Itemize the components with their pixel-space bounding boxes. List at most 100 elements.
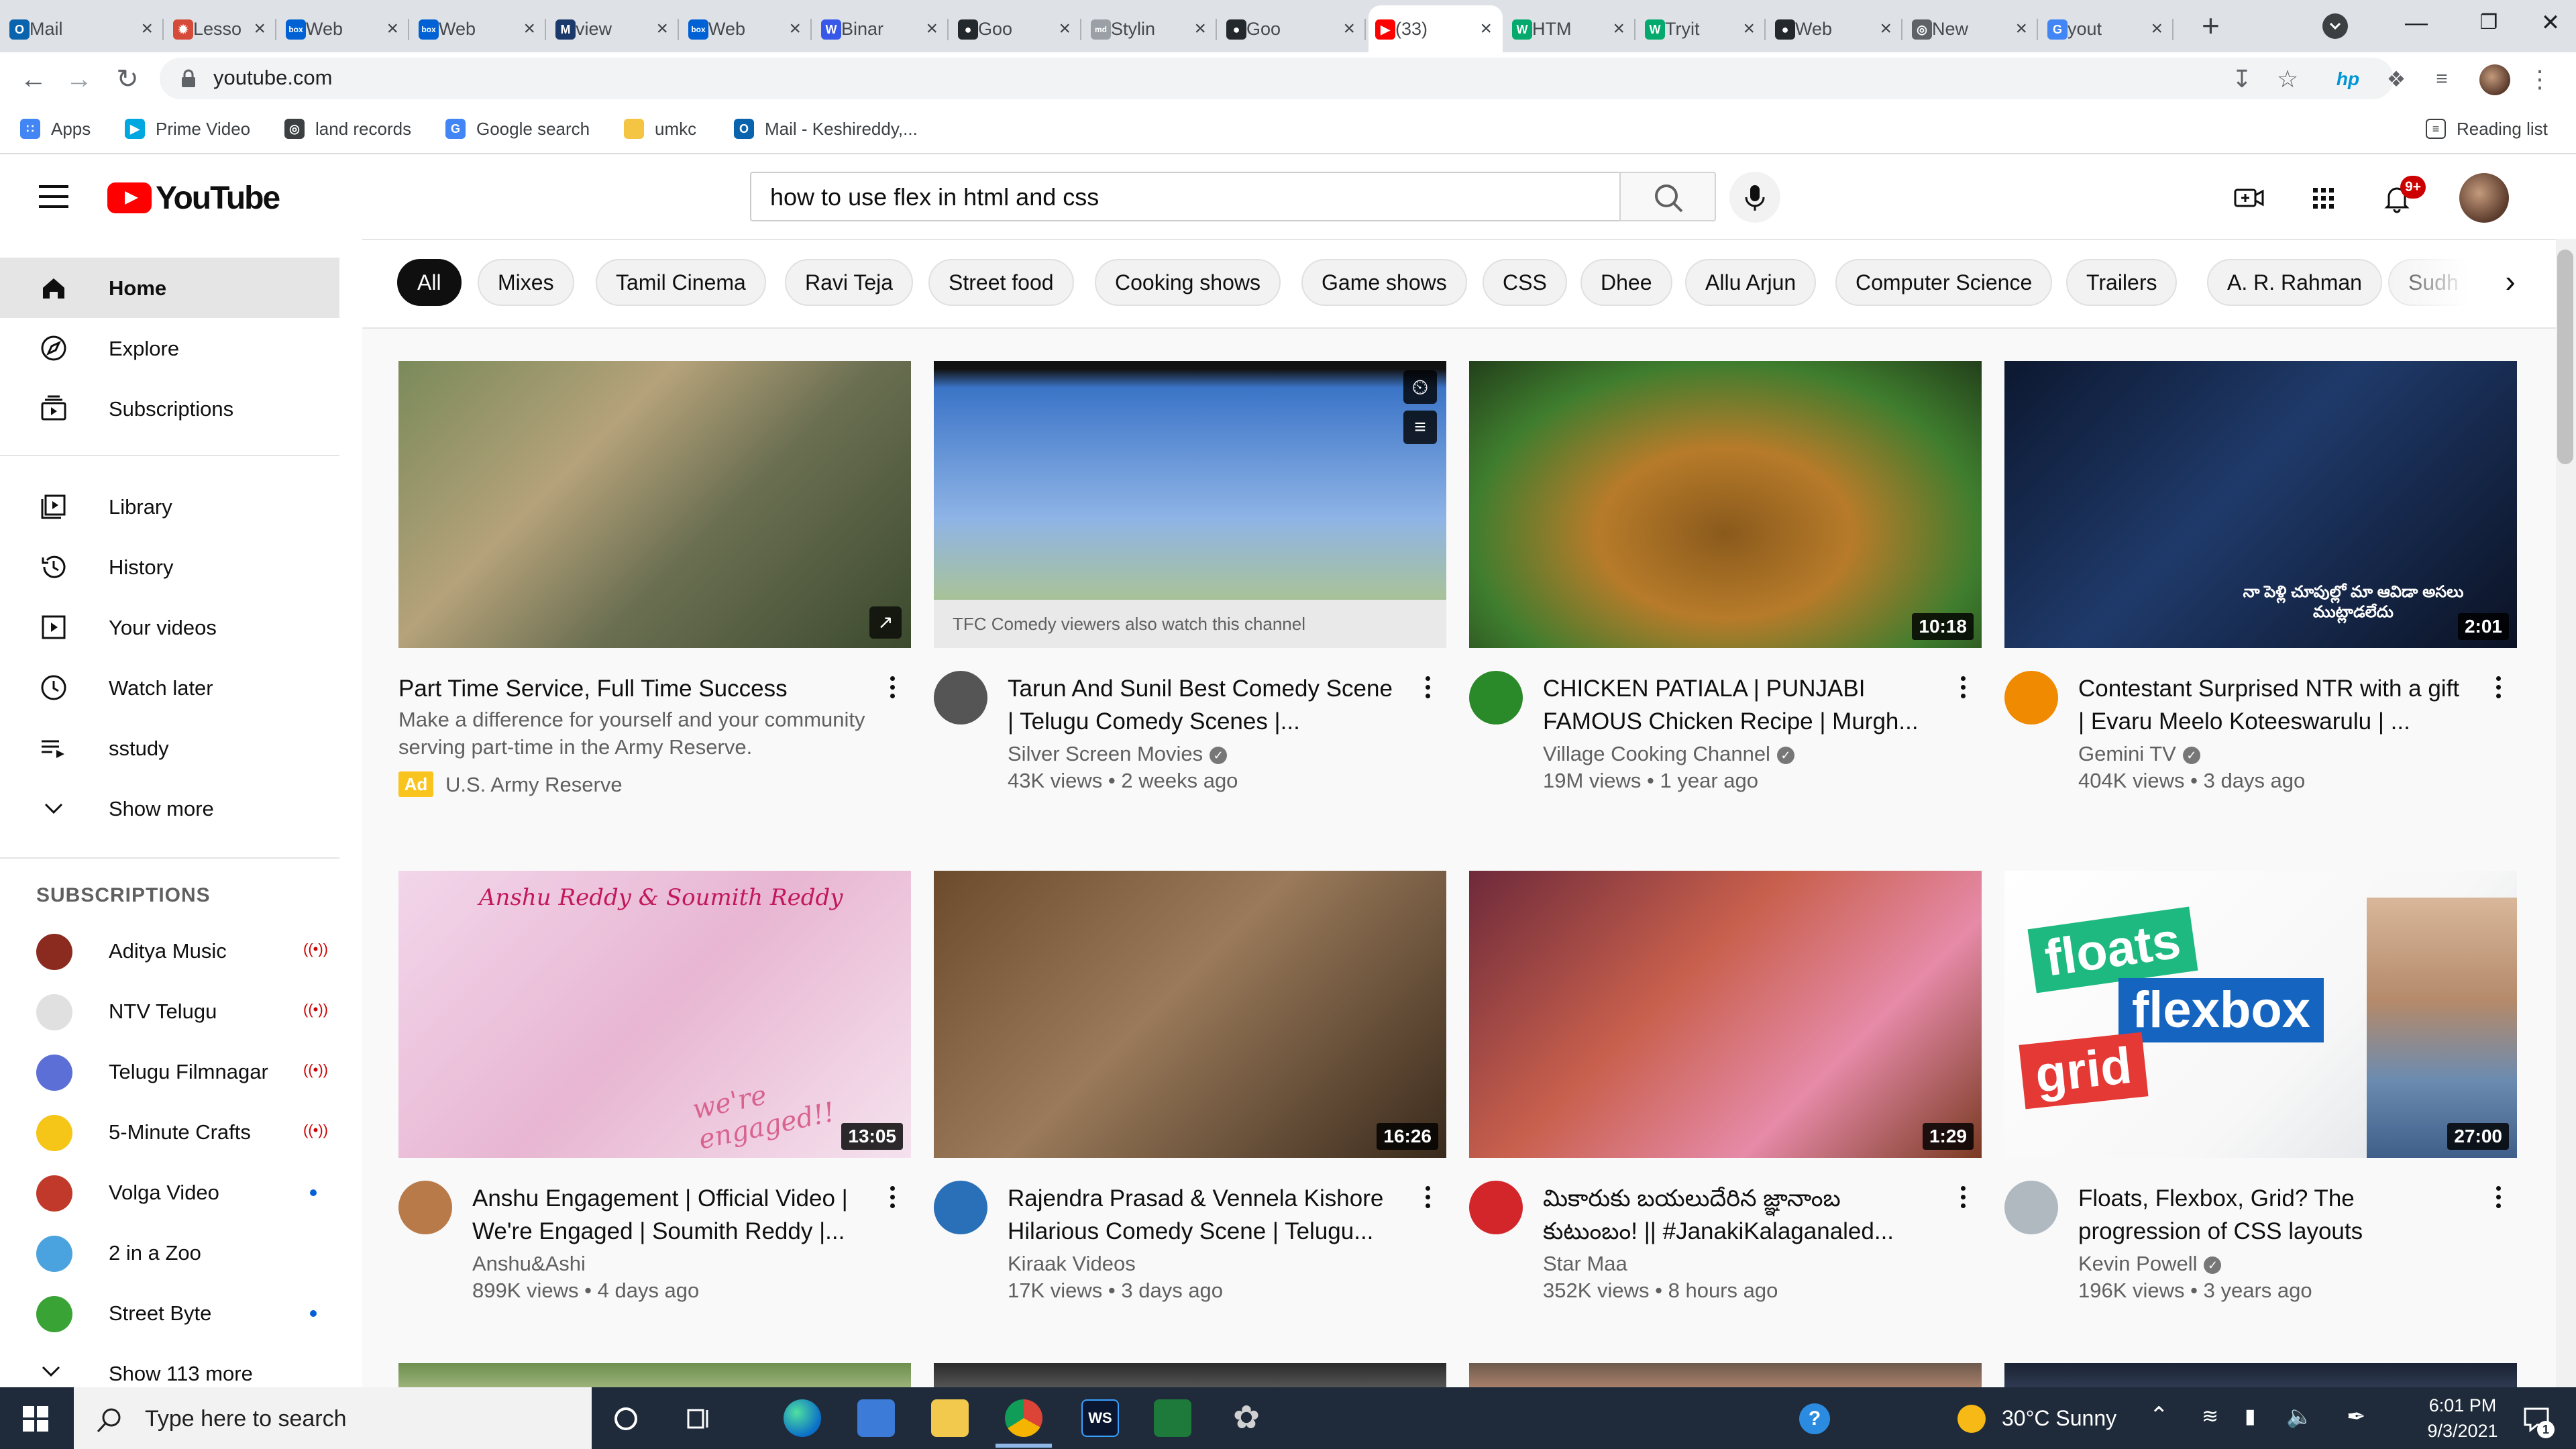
browser-tab[interactable]: W Tryit ×	[1638, 5, 1766, 52]
channel-name[interactable]: Star Maa	[1543, 1252, 1627, 1275]
video-card[interactable]: నా పెళ్లి చూపుల్లో మా ఆవిడా అసలు ముట్లాడ…	[2004, 361, 2517, 804]
tab-close-icon[interactable]: ×	[1194, 17, 1206, 40]
browser-tab[interactable]: ▶ (33) ×	[1368, 5, 1503, 52]
video-card[interactable]: 1:29 మికారుకు బయలుదేరిన జ్ఞానాంబ కుటుంబం!…	[1469, 871, 1982, 1313]
create-video-button[interactable]	[2233, 181, 2266, 215]
video-thumbnail[interactable]: ↗	[398, 361, 911, 648]
more-options-icon[interactable]	[1956, 676, 1970, 706]
video-title[interactable]: Part Time Service, Full Time Success	[398, 672, 861, 705]
video-thumbnail-partial[interactable]	[2004, 1363, 2517, 1387]
video-thumbnail[interactable]: 1:29	[1469, 871, 1982, 1158]
weather-text[interactable]: 30°C Sunny	[2002, 1406, 2116, 1431]
sidebar-item-history[interactable]: History	[0, 537, 339, 597]
voice-search-button[interactable]	[1729, 172, 1780, 223]
more-options-icon[interactable]	[885, 1186, 899, 1216]
scrollbar-thumb[interactable]	[2557, 250, 2573, 464]
channel-avatar[interactable]	[2004, 1181, 2058, 1234]
channel-name[interactable]: Silver Screen Movies	[1008, 742, 1203, 765]
video-card[interactable]: 10:18 CHICKEN PATIALA | PUNJABI FAMOUS Ch…	[1469, 361, 1982, 804]
channel-name[interactable]: Gemini TV	[2078, 742, 2176, 765]
clock-time[interactable]: 6:01 PM	[2412, 1395, 2513, 1416]
chip-a-r-rahman[interactable]: A. R. Rahman	[2207, 259, 2382, 306]
reload-button[interactable]: ↻	[110, 62, 145, 97]
channel-name[interactable]: Kevin Powell	[2078, 1252, 2197, 1275]
ad-card[interactable]: ↗ Part Time Service, Full Time Success Mak…	[398, 361, 911, 804]
tab-close-icon[interactable]: ×	[254, 17, 266, 40]
channel-avatar[interactable]	[2004, 671, 2058, 724]
sidebar-item-library[interactable]: Library	[0, 476, 339, 537]
bookmark-item[interactable]: ▶ Prime Video	[125, 115, 250, 142]
apps-button[interactable]	[2306, 181, 2340, 215]
tab-close-icon[interactable]: ×	[523, 17, 535, 40]
bookmark-item[interactable]: umkc	[624, 115, 696, 142]
search-button[interactable]	[1619, 172, 1716, 221]
tab-close-icon[interactable]: ×	[1613, 17, 1625, 40]
channel-name[interactable]: Village Cooking Channel	[1543, 742, 1770, 765]
more-options-icon[interactable]	[1956, 1186, 1970, 1216]
sidebar-item-home[interactable]: Home	[0, 258, 339, 318]
file-explorer-taskbar-icon[interactable]	[931, 1399, 969, 1437]
browser-tab[interactable]: Mview ×	[549, 5, 679, 52]
subscription-item[interactable]: Aditya Music ((•))	[0, 919, 339, 979]
cortana-button[interactable]	[610, 1403, 641, 1434]
tab-close-icon[interactable]: ×	[1480, 17, 1492, 40]
browser-tab[interactable]: md Stylin ×	[1084, 5, 1217, 52]
video-thumbnail-partial[interactable]	[934, 1363, 1446, 1387]
tab-close-icon[interactable]: ×	[656, 17, 668, 40]
chip-next-chevron-icon[interactable]: ›	[2490, 262, 2530, 302]
excel-taskbar-icon[interactable]	[1154, 1399, 1191, 1437]
tab-close-icon[interactable]: ×	[1343, 17, 1355, 40]
menu-hamburger-icon[interactable]	[39, 185, 68, 208]
browser-tab[interactable]: Gyout ×	[2041, 5, 2174, 52]
pen-icon[interactable]: ✒	[2347, 1403, 2366, 1430]
windows-start-button[interactable]	[20, 1403, 51, 1434]
video-title[interactable]: Rajendra Prasad & Vennela Kishore Hilari…	[1008, 1182, 1397, 1248]
chip-css[interactable]: CSS	[1483, 259, 1567, 306]
webstorm-taskbar-icon[interactable]: WS	[1081, 1399, 1119, 1437]
account-avatar[interactable]	[2459, 173, 2509, 223]
tab-close-icon[interactable]: ×	[789, 17, 801, 40]
bookmark-item[interactable]: O Mail - Keshireddy,...	[734, 115, 918, 142]
more-options-icon[interactable]	[885, 676, 899, 706]
channel-avatar[interactable]	[934, 671, 987, 724]
tab-close-icon[interactable]: ×	[2151, 17, 2163, 40]
bookmark-item[interactable]: G Google search	[445, 115, 590, 142]
video-thumbnail[interactable]: TFC Comedy viewers also watch this chann…	[934, 361, 1446, 648]
browser-tab[interactable]: ✹ Lesso ×	[166, 5, 276, 52]
minimize-button[interactable]: —	[2380, 3, 2453, 43]
profile-avatar[interactable]	[2479, 64, 2510, 95]
help-icon[interactable]: ?	[1799, 1403, 1830, 1434]
tray-chevron-up-icon[interactable]: ⌃	[2149, 1402, 2169, 1429]
extensions-puzzle-icon[interactable]: ❖	[2381, 64, 2411, 94]
channel-name[interactable]: Kiraak Videos	[1008, 1252, 1136, 1275]
video-thumbnail[interactable]: నా పెళ్లి చూపుల్లో మా ఆవిడా అసలు ముట్లాడ…	[2004, 361, 2517, 648]
lock-icon[interactable]	[180, 68, 197, 89]
volume-icon[interactable]: 🔈	[2286, 1403, 2313, 1429]
video-thumbnail-partial[interactable]	[398, 1363, 911, 1387]
chip-trailers[interactable]: Trailers	[2066, 259, 2178, 306]
youtube-logo-text[interactable]: YouTube	[156, 180, 280, 217]
browser-tab[interactable]: W HTM ×	[1505, 5, 1635, 52]
subscription-item[interactable]: Street Byte	[0, 1281, 339, 1342]
chip-dhee[interactable]: Dhee	[1580, 259, 1672, 306]
chip-all[interactable]: All	[397, 259, 462, 306]
chip-game-shows[interactable]: Game shows	[1301, 259, 1467, 306]
browser-menu-icon[interactable]: ⋮	[2525, 64, 2555, 94]
tab-close-icon[interactable]: ×	[1059, 17, 1071, 40]
more-options-icon[interactable]	[2491, 676, 2505, 706]
chip-mixes[interactable]: Mixes	[478, 259, 574, 306]
subscription-item[interactable]: Telugu Filmnagar ((•))	[0, 1040, 339, 1100]
tab-close-icon[interactable]: ×	[1743, 17, 1755, 40]
video-thumbnail[interactable]: floats flexbox grid 27:00	[2004, 871, 2517, 1158]
browser-tab[interactable]: W Binar ×	[814, 5, 949, 52]
tab-close-icon[interactable]: ×	[1880, 17, 1892, 40]
video-card[interactable]: floats flexbox grid 27:00 Floats, Flexbox, G…	[2004, 871, 2517, 1313]
watch-later-clock-icon[interactable]: ⏲	[1403, 370, 1437, 404]
sidebar-item-your-videos[interactable]: Your videos	[0, 597, 339, 657]
video-card[interactable]: Anshu Reddy & Soumith Reddy we're engaged…	[398, 871, 911, 1313]
url-text[interactable]: youtube.com	[213, 66, 333, 90]
browser-tab[interactable]: ● Web ×	[1768, 5, 1902, 52]
tab-close-icon[interactable]: ×	[141, 17, 153, 40]
paint-taskbar-icon[interactable]: ✿	[1228, 1399, 1265, 1437]
chip-ravi-teja[interactable]: Ravi Teja	[785, 259, 914, 306]
